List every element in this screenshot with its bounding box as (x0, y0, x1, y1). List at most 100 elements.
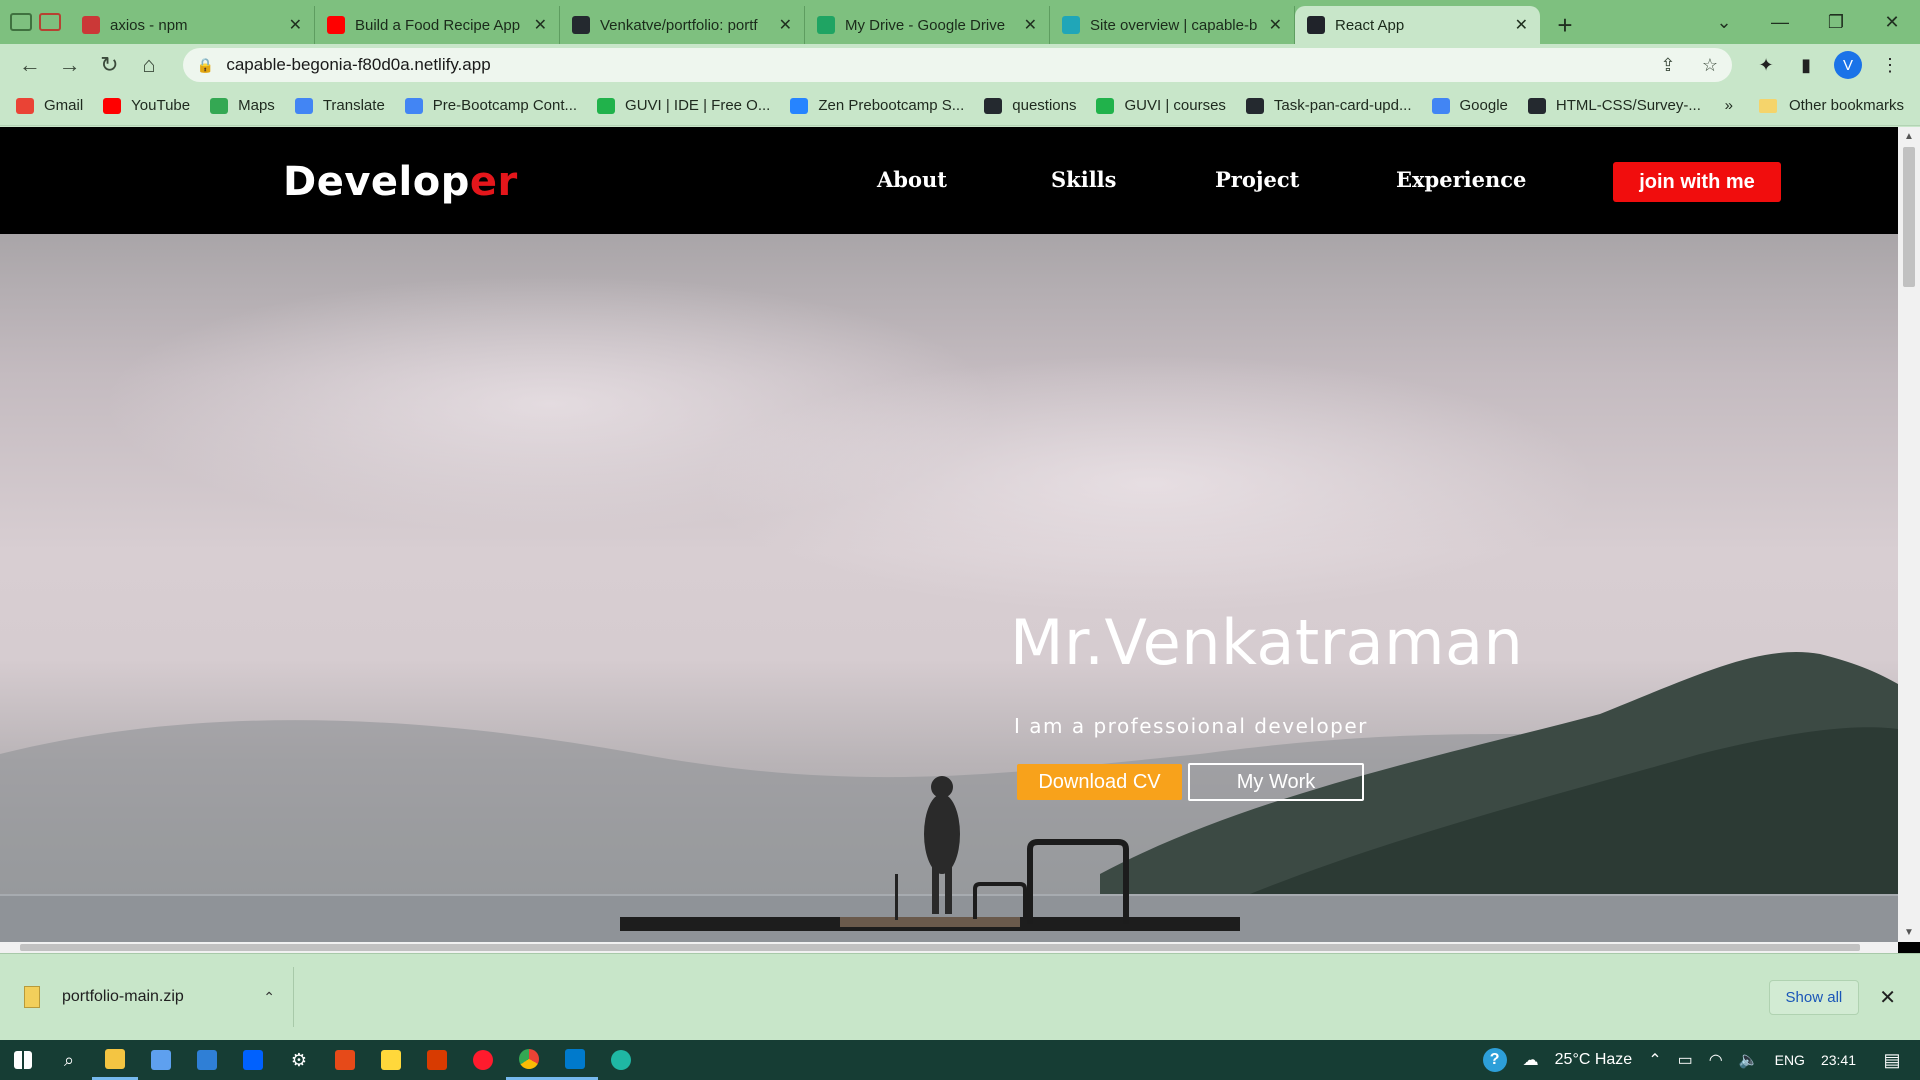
close-tab-icon[interactable]: ✕ (779, 15, 792, 35)
close-tab-icon[interactable]: ✕ (534, 15, 547, 35)
bookmark-item[interactable]: questions (984, 97, 1076, 114)
browser-tab[interactable]: Build a Food Recipe App ✕ (315, 6, 560, 44)
close-tab-icon[interactable]: ✕ (1024, 15, 1037, 35)
side-panel-icon[interactable]: ▮ (1786, 55, 1826, 76)
language-indicator[interactable]: ENG (1775, 1052, 1805, 1068)
bookmark-item[interactable]: YouTube (103, 97, 190, 114)
download-cv-button[interactable]: Download CV (1017, 764, 1182, 800)
bookmark-label: Gmail (44, 97, 84, 114)
dropbox-icon[interactable] (230, 1040, 276, 1080)
horizontal-scrollbar[interactable] (0, 942, 1898, 953)
weather-cloud-icon[interactable]: ☁ (1523, 1050, 1539, 1070)
logo-accent-text: er (469, 159, 518, 205)
file-explorer-icon[interactable] (92, 1040, 138, 1080)
bookmark-label: Pre-Bootcamp Cont... (432, 97, 578, 114)
browser-menu-icon[interactable]: ⋮ (1870, 55, 1910, 76)
bookmark-item[interactable]: GUVI | IDE | Free O... (597, 97, 770, 114)
bookmark-item[interactable]: Maps (210, 97, 275, 114)
close-tab-icon[interactable]: ✕ (1269, 15, 1282, 35)
restore-button[interactable]: ❐ (1808, 12, 1864, 33)
close-tab-icon[interactable]: ✕ (289, 15, 302, 35)
url-text[interactable]: capable-begonia-f80d0a.netlify.app (226, 55, 1638, 75)
chrome-icon[interactable] (506, 1040, 552, 1080)
nav-link-project[interactable]: Project (1215, 167, 1299, 192)
lock-icon[interactable]: 🔒 (197, 57, 214, 74)
nav-link-about[interactable]: About (877, 167, 947, 192)
scroll-down-arrow-icon[interactable]: ▼ (1904, 927, 1914, 938)
scroll-up-arrow-icon[interactable]: ▲ (1904, 131, 1914, 142)
page-viewport: Developer About Skills Project Experienc… (0, 127, 1920, 953)
ms-store-icon[interactable] (138, 1040, 184, 1080)
office-icon[interactable] (322, 1040, 368, 1080)
other-bookmarks[interactable]: Other bookmarks (1789, 97, 1904, 114)
nav-link-skills[interactable]: Skills (1051, 167, 1116, 192)
guvi-icon (597, 97, 616, 114)
new-tab-button[interactable]: + (1540, 6, 1590, 44)
bookmark-star-icon[interactable]: ☆ (1702, 55, 1718, 75)
settings-gear-icon[interactable]: ⚙ (276, 1040, 322, 1080)
bookmark-item[interactable]: HTML-CSS/Survey-... (1527, 97, 1701, 114)
bookmark-item[interactable]: Gmail (16, 97, 83, 114)
browser-tab[interactable]: My Drive - Google Drive ✕ (805, 6, 1050, 44)
reload-icon[interactable]: ↻ (89, 47, 129, 83)
windows-start-icon[interactable] (0, 1040, 46, 1080)
battery-icon[interactable]: ▭ (1678, 1050, 1693, 1070)
volume-icon[interactable]: 🔈 (1739, 1050, 1759, 1070)
search-icon[interactable]: ⌕ (46, 1040, 92, 1080)
tray-chevron-up-icon[interactable]: ⌃ (1648, 1050, 1661, 1070)
opera-icon[interactable] (460, 1040, 506, 1080)
tab-title: Venkatve/portfolio: portf (600, 16, 758, 34)
bookmark-label: Zen Prebootcamp S... (818, 97, 965, 114)
browser-tab[interactable]: React App ✕ (1295, 6, 1540, 44)
bookmark-label: Task-pan-card-upd... (1273, 97, 1412, 114)
my-work-button[interactable]: My Work (1188, 763, 1364, 801)
join-with-me-button[interactable]: join with me (1613, 162, 1781, 202)
wifi-icon[interactable]: ◠ (1709, 1050, 1723, 1070)
github-icon (572, 16, 590, 34)
bookmarks-overflow-chevron-icon[interactable]: » (1725, 97, 1733, 114)
google-icon (1431, 97, 1450, 114)
bookmark-item[interactable]: Translate (294, 97, 385, 114)
close-download-shelf-icon[interactable]: ✕ (1879, 985, 1896, 1010)
back-arrow-icon[interactable]: ← (10, 47, 50, 83)
browser-tab[interactable]: axios - npm ✕ (70, 6, 315, 44)
vertical-scrollbar[interactable]: ▲ ▼ (1898, 127, 1920, 942)
extensions-puzzle-icon[interactable]: ✦ (1746, 55, 1786, 76)
show-all-downloads-button[interactable]: Show all (1768, 979, 1860, 1015)
sticky-notes-icon[interactable] (368, 1040, 414, 1080)
weather-text[interactable]: 25°C Haze (1555, 1051, 1633, 1069)
github-icon (984, 97, 1003, 114)
browser-tab[interactable]: Site overview | capable-b ✕ (1050, 6, 1295, 44)
nav-link-experience[interactable]: Experience (1396, 167, 1526, 192)
edge-icon[interactable] (598, 1040, 644, 1080)
bookmark-item[interactable]: Zen Prebootcamp S... (790, 97, 964, 114)
close-tab-icon[interactable]: ✕ (1515, 15, 1528, 35)
site-navbar: Developer About Skills Project Experienc… (0, 127, 1898, 234)
vscode-icon[interactable] (552, 1040, 598, 1080)
forward-arrow-icon[interactable]: → (50, 47, 90, 83)
browser-tab[interactable]: Venkatve/portfolio: portf ✕ (560, 6, 805, 44)
home-icon[interactable]: ⌂ (129, 47, 169, 83)
clock[interactable]: 23:41 (1821, 1052, 1856, 1068)
address-bar[interactable]: 🔒 capable-begonia-f80d0a.netlify.app ⇪ ☆ (182, 48, 1733, 82)
vertical-scroll-thumb[interactable] (1903, 147, 1915, 287)
notification-center-icon[interactable]: ▤ (1872, 1050, 1912, 1071)
site-logo[interactable]: Developer (283, 159, 518, 205)
help-icon[interactable]: ? (1482, 1048, 1507, 1072)
download-item[interactable]: portfolio-main.zip ⌃ (24, 967, 294, 1027)
horizontal-scroll-thumb[interactable] (20, 944, 1860, 951)
gmail-pinned-tab-icon[interactable] (38, 13, 61, 31)
minimize-button[interactable]: — (1752, 12, 1808, 33)
bookmark-item[interactable]: Pre-Bootcamp Cont... (404, 97, 578, 114)
share-icon[interactable]: ⇪ (1660, 55, 1675, 75)
close-window-button[interactable]: ✕ (1864, 12, 1920, 33)
tab-search-icon[interactable] (9, 13, 32, 31)
chevron-up-icon[interactable]: ⌃ (263, 989, 275, 1006)
office-alt-icon[interactable] (414, 1040, 460, 1080)
mail-icon[interactable] (184, 1040, 230, 1080)
profile-avatar[interactable]: V (1834, 51, 1863, 79)
bookmark-item[interactable]: Google (1431, 97, 1508, 114)
tab-list-chevron-icon[interactable]: ⌄ (1696, 12, 1752, 33)
bookmark-item[interactable]: GUVI | courses (1096, 97, 1226, 114)
bookmark-item[interactable]: Task-pan-card-upd... (1245, 97, 1412, 114)
